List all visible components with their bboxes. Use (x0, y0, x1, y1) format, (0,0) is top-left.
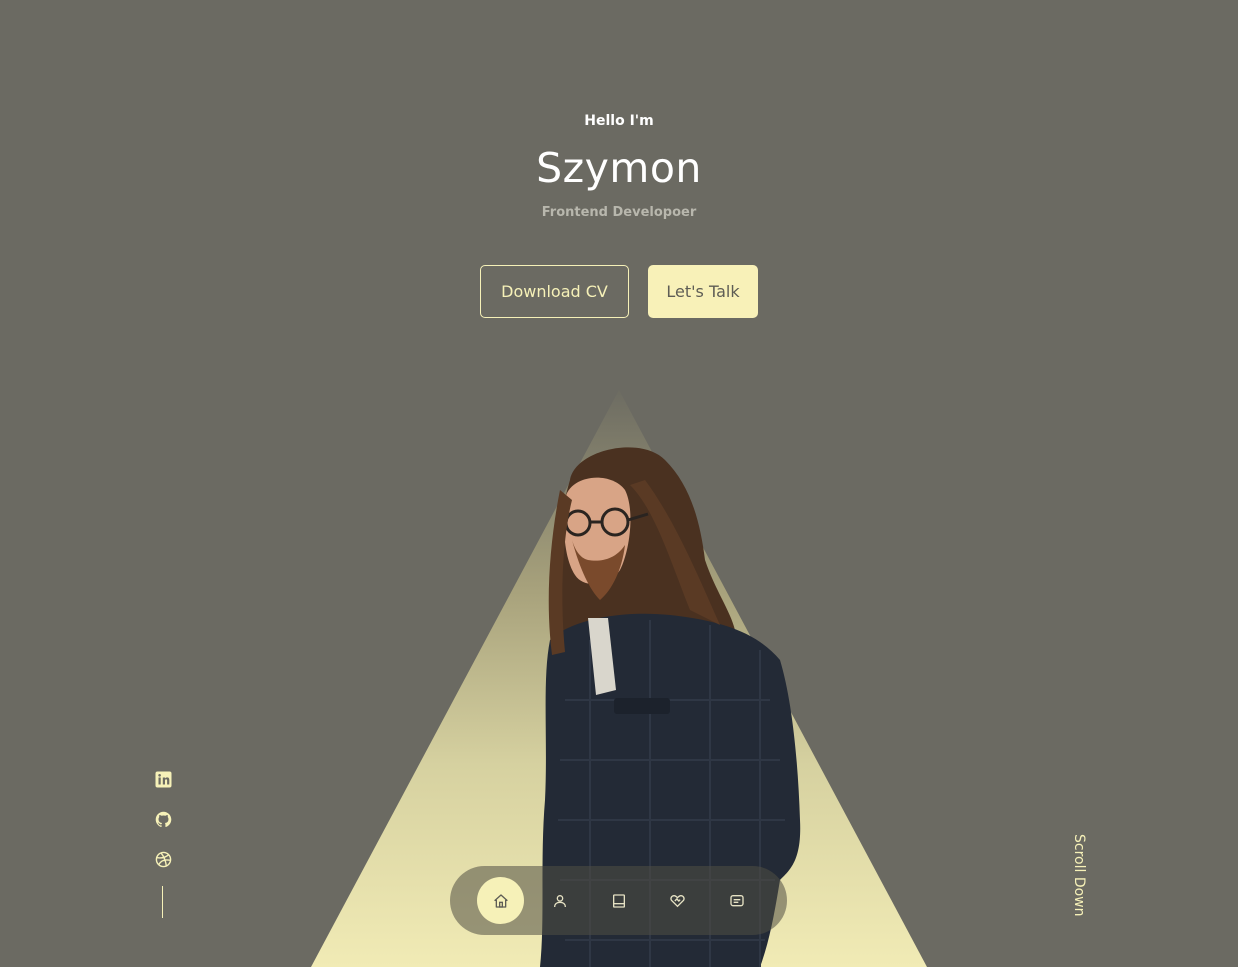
github-icon[interactable] (152, 808, 174, 830)
download-cv-button[interactable]: Download CV (480, 265, 629, 318)
nav-experience[interactable] (595, 877, 642, 924)
role-subtitle: Frontend Developoer (541, 205, 697, 220)
nav-contact[interactable] (713, 877, 760, 924)
nav-home[interactable] (477, 877, 524, 924)
social-divider-line (162, 886, 163, 918)
linkedin-icon[interactable] (152, 768, 174, 790)
scroll-down-link[interactable]: Scroll Down (1069, 834, 1087, 918)
services-icon (670, 894, 685, 907)
name-heading: Szymon (536, 144, 702, 192)
greeting-text: Hello I'm (584, 113, 654, 129)
hero-page: Hello I'm Szymon Frontend Developoer Dow… (0, 0, 1238, 967)
message-icon (729, 894, 744, 906)
book-icon (612, 893, 625, 908)
lets-talk-button[interactable]: Let's Talk (648, 265, 758, 318)
nav-about[interactable] (536, 877, 583, 924)
dribbble-icon[interactable] (152, 848, 174, 870)
home-icon (493, 893, 508, 908)
user-icon (553, 894, 566, 907)
nav-services[interactable] (654, 877, 701, 924)
social-links (152, 768, 174, 888)
bottom-navigation (450, 866, 787, 935)
